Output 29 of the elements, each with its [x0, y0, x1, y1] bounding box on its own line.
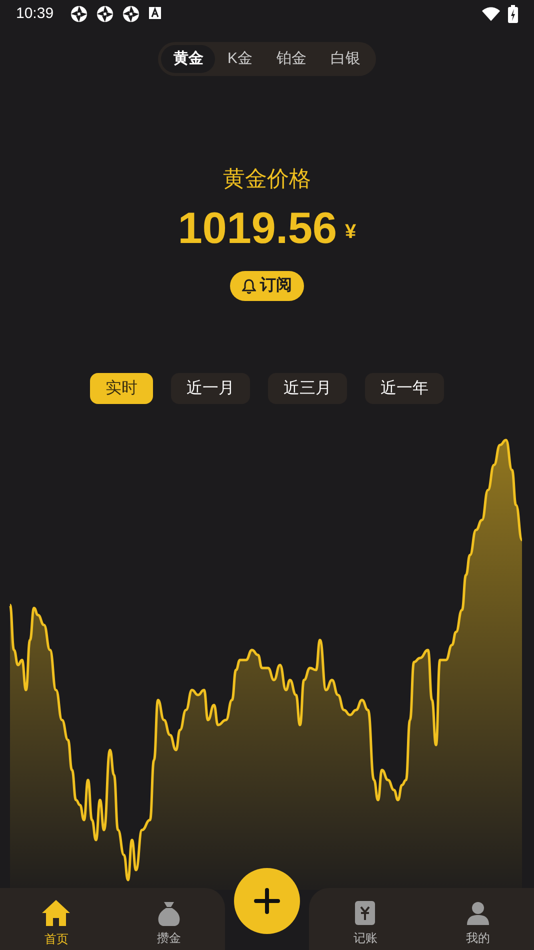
wifi-icon — [482, 7, 500, 21]
user-icon — [466, 900, 490, 926]
nav-tab[interactable]: 记账 — [309, 888, 422, 950]
currency-symbol: ¥ — [344, 220, 356, 245]
price-title: 黄金价格 — [223, 165, 311, 193]
nav-tab[interactable]: 攒金 — [112, 888, 225, 950]
range-tab[interactable]: 实时 — [90, 373, 153, 404]
plus-icon — [254, 888, 280, 914]
notification-icon — [70, 5, 88, 23]
metal-tab[interactable]: K金 — [215, 45, 264, 73]
subscribe-button[interactable]: 订阅 — [230, 271, 304, 301]
status-time: 10:39 — [16, 4, 54, 24]
nav-tab[interactable]: 我的 — [422, 888, 534, 950]
metal-tab[interactable]: 黄金 — [161, 45, 216, 73]
keyboard-icon — [148, 5, 162, 21]
money-bag-icon — [156, 900, 181, 926]
bell-icon — [242, 278, 256, 294]
range-tab[interactable]: 近一年 — [365, 373, 444, 404]
notification-icon — [96, 5, 114, 23]
battery-icon — [508, 5, 518, 23]
home-icon — [41, 899, 72, 927]
price-value: 1019.56 — [178, 207, 337, 251]
metal-tab[interactable]: 白银 — [318, 45, 372, 73]
range-tab[interactable]: 近三月 — [268, 373, 347, 404]
metal-tab[interactable]: 铂金 — [264, 45, 318, 73]
nav-tab[interactable]: 首页 — [0, 888, 112, 950]
range-tab[interactable]: 近一月 — [171, 373, 250, 404]
notification-icon — [122, 5, 140, 23]
ledger-icon — [353, 900, 378, 926]
